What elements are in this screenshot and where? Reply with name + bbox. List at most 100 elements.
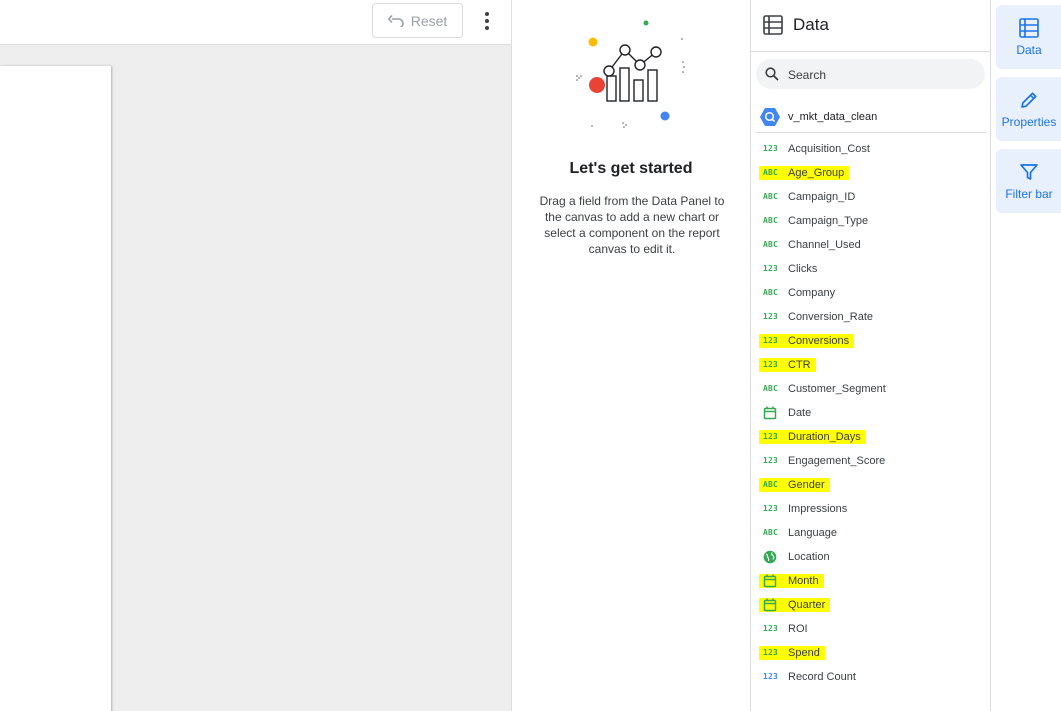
reset-button[interactable]: Reset [372, 3, 463, 38]
field-row[interactable]: Quarter [751, 593, 989, 617]
reset-label: Reset [410, 12, 448, 29]
field-name: Clicks [788, 263, 818, 275]
field-row[interactable]: 123 Impressions [751, 497, 989, 521]
datasource-row[interactable]: v_mkt_data_clean [756, 103, 986, 133]
field-row[interactable]: 123 Clicks [751, 257, 989, 281]
field-row[interactable]: ABC Customer_Segment [751, 377, 989, 401]
field-name: CTR [788, 359, 811, 371]
field-row[interactable]: ABC Age_Group [751, 161, 989, 185]
field-name: Acquisition_Cost [788, 143, 870, 155]
right-rail: Data Properties Filter bar [991, 0, 1061, 711]
field-row[interactable]: ABC Gender [751, 473, 989, 497]
number-type-icon: 123 [763, 264, 779, 273]
number-type-icon: 123 [763, 672, 779, 681]
chart-illustration-icon [576, 20, 685, 128]
tab-properties[interactable]: Properties [996, 77, 1061, 141]
field-name: Company [788, 287, 836, 299]
pencil-icon [1021, 91, 1037, 108]
top-toolbar: Reset [0, 0, 511, 45]
field-name: Campaign_Type [788, 215, 869, 227]
data-panel-title: Data [793, 15, 829, 34]
text-type-icon: ABC [763, 480, 779, 489]
calendar-icon [763, 598, 777, 612]
field-name: Customer_Segment [788, 383, 886, 395]
number-type-icon: 123 [763, 504, 779, 513]
properties-panel: Let's get started Drag a field from the … [511, 0, 751, 711]
report-page[interactable] [0, 66, 111, 711]
text-type-icon: ABC [763, 288, 779, 297]
field-row[interactable]: 123 Conversions [751, 329, 989, 353]
field-row[interactable]: 123 Engagement_Score [751, 449, 989, 473]
number-type-icon: 123 [763, 360, 779, 369]
more-options-icon[interactable] [476, 9, 498, 33]
number-type-icon: 123 [763, 144, 779, 153]
field-row[interactable]: 123 Conversion_Rate [751, 305, 989, 329]
field-row[interactable]: ABC Language [751, 521, 989, 545]
field-row[interactable]: 123 Record Count [751, 665, 989, 689]
field-list: 123 Acquisition_Cost ABC Age_Group ABC Campai… [751, 137, 989, 689]
field-row[interactable]: 123 Duration_Days [751, 425, 989, 449]
field-row[interactable]: Location [751, 545, 989, 569]
field-name: Engagement_Score [788, 455, 886, 467]
bigquery-icon [760, 108, 780, 126]
field-row[interactable]: 123 Spend [751, 641, 989, 665]
calendar-icon [763, 574, 777, 588]
field-name: Duration_Days [788, 431, 861, 443]
field-name: Month [788, 575, 819, 587]
field-name: Impressions [788, 503, 848, 515]
field-name: Gender [788, 479, 825, 491]
field-row[interactable]: 123 CTR [751, 353, 989, 377]
search-input[interactable] [786, 64, 980, 86]
text-type-icon: ABC [763, 240, 779, 249]
field-name: Spend [788, 647, 820, 659]
number-type-icon: 123 [763, 624, 779, 633]
tab-properties-label: Properties [1001, 114, 1057, 129]
data-table-icon [763, 15, 783, 35]
text-type-icon: ABC [763, 528, 779, 537]
field-name: Channel_Used [788, 239, 861, 251]
field-name: Age_Group [788, 167, 845, 179]
tab-filter-bar[interactable]: Filter bar [996, 149, 1061, 213]
field-row[interactable]: Date [751, 401, 989, 425]
field-row[interactable]: ABC Campaign_ID [751, 185, 989, 209]
data-panel-header: Data [751, 0, 991, 52]
get-started-description: Drag a field from the Data Panel to the … [539, 194, 725, 256]
field-row[interactable]: ABC Campaign_Type [751, 209, 989, 233]
tab-data[interactable]: Data [996, 5, 1061, 69]
number-type-icon: 123 [763, 648, 779, 657]
field-name: Conversion_Rate [788, 311, 873, 323]
text-type-icon: ABC [763, 216, 779, 225]
number-type-icon: 123 [763, 312, 779, 321]
field-name: Quarter [788, 599, 826, 611]
field-name: Campaign_ID [788, 191, 856, 203]
number-type-icon: 123 [763, 336, 779, 345]
search-box[interactable] [756, 59, 985, 89]
data-panel: Data v_mkt_data_clean 123 Acquisition_Cos… [751, 0, 991, 711]
field-name: Conversions [788, 335, 850, 347]
field-row[interactable]: ABC Channel_Used [751, 233, 989, 257]
report-canvas[interactable]: Reset [0, 0, 511, 711]
field-row[interactable]: ABC Company [751, 281, 989, 305]
field-name: Date [788, 407, 812, 419]
field-row[interactable]: Month [751, 569, 989, 593]
text-type-icon: ABC [763, 168, 779, 177]
field-name: Record Count [788, 671, 856, 683]
text-type-icon: ABC [763, 192, 779, 201]
calendar-icon [763, 406, 777, 420]
data-icon [1019, 17, 1039, 38]
get-started-title: Let's get started [569, 160, 693, 177]
globe-icon [763, 550, 777, 564]
tab-filter-bar-label: Filter bar [1005, 186, 1053, 201]
datasource-name: v_mkt_data_clean [788, 111, 878, 123]
field-name: ROI [788, 623, 808, 635]
number-type-icon: 123 [763, 456, 779, 465]
filter-icon [1020, 163, 1038, 180]
field-name: Language [788, 527, 837, 539]
field-row[interactable]: 123 ROI [751, 617, 989, 641]
search-icon [765, 67, 779, 81]
number-type-icon: 123 [763, 432, 779, 441]
undo-icon [387, 14, 404, 27]
tab-data-label: Data [1016, 42, 1042, 57]
field-row[interactable]: 123 Acquisition_Cost [751, 137, 989, 161]
field-name: Location [788, 551, 830, 563]
